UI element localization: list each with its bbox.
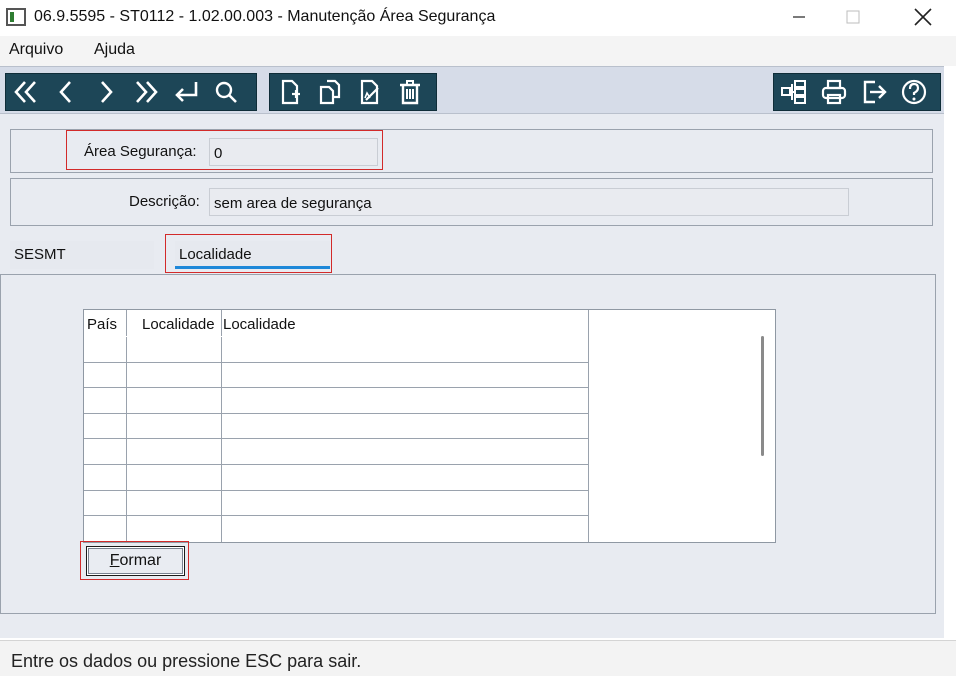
menu-ajuda[interactable]: Ajuda [94, 41, 135, 59]
status-text: Entre os dados ou pressione ESC para sai… [11, 651, 362, 671]
close-button[interactable] [900, 0, 946, 34]
grid-column-divider [221, 310, 222, 542]
grid-row-line [84, 464, 588, 465]
utility-toolbar-group [773, 73, 941, 111]
last-record-button[interactable] [126, 74, 166, 110]
return-button[interactable] [166, 74, 206, 110]
return-icon [175, 82, 198, 102]
menu-bar: Arquivo Ajuda [0, 36, 956, 66]
window-title: 06.9.5595 - ST0112 - 1.02.00.003 - Manut… [34, 8, 496, 25]
copy-record-button[interactable] [310, 74, 350, 110]
localidade-grid[interactable]: País Localidade Localidade [83, 309, 776, 543]
next-record-button[interactable] [86, 74, 126, 110]
navigation-toolbar-group [5, 73, 257, 111]
first-record-icon [14, 81, 36, 103]
grid-row-line [84, 387, 588, 388]
grid-row-line [84, 362, 588, 363]
help-icon [901, 79, 927, 105]
help-button[interactable] [894, 74, 934, 110]
close-icon [914, 8, 932, 26]
edit-record-icon [360, 79, 379, 105]
new-record-button[interactable] [270, 74, 310, 110]
exit-icon [863, 80, 887, 104]
first-record-button[interactable] [6, 74, 46, 110]
app-icon [6, 8, 26, 26]
minimize-button[interactable] [776, 0, 822, 34]
last-record-icon [136, 81, 158, 103]
print-button[interactable] [814, 74, 854, 110]
grid-row-line [84, 515, 588, 516]
previous-record-icon [59, 81, 71, 103]
highlight-area-seguranca [66, 130, 383, 170]
delete-record-button[interactable] [390, 74, 430, 110]
highlight-tab-localidade [165, 234, 332, 273]
grid-row-line [84, 438, 588, 439]
previous-record-button[interactable] [46, 74, 86, 110]
grid-row-line [84, 490, 588, 491]
tree-view-button[interactable] [774, 74, 814, 110]
descricao-field[interactable]: sem area de segurança [209, 188, 849, 216]
search-icon [215, 81, 237, 103]
grid-header-separator [84, 336, 588, 337]
maximize-button[interactable] [830, 0, 876, 34]
exit-button[interactable] [854, 74, 894, 110]
tree-view-icon [781, 80, 806, 104]
new-record-icon [281, 79, 300, 105]
title-bar: 06.9.5595 - ST0112 - 1.02.00.003 - Manut… [0, 0, 956, 36]
status-bar: Entre os dados ou pressione ESC para sai… [0, 640, 956, 676]
grid-row-line [84, 413, 588, 414]
descricao-label: Descrição: [129, 193, 200, 210]
delete-record-icon [400, 80, 420, 105]
search-button[interactable] [206, 74, 246, 110]
print-icon [821, 79, 847, 105]
minimize-icon [793, 16, 805, 18]
copy-record-icon [319, 79, 341, 105]
edit-toolbar-group [269, 73, 437, 111]
toolbar [0, 66, 944, 114]
grid-column-divider [588, 310, 589, 542]
column-header-pais[interactable]: País [87, 316, 117, 333]
tab-sesmt[interactable]: SESMT [10, 241, 154, 269]
column-header-localidade-code[interactable]: Localidade [142, 316, 215, 333]
grid-column-divider [126, 310, 127, 542]
maximize-icon [846, 10, 860, 24]
column-header-localidade-name[interactable]: Localidade [223, 316, 296, 333]
next-record-icon [101, 81, 113, 103]
menu-arquivo[interactable]: Arquivo [9, 41, 63, 59]
grid-vertical-scrollbar[interactable] [761, 336, 764, 456]
highlight-formar-button [80, 541, 189, 580]
edit-record-button[interactable] [350, 74, 390, 110]
